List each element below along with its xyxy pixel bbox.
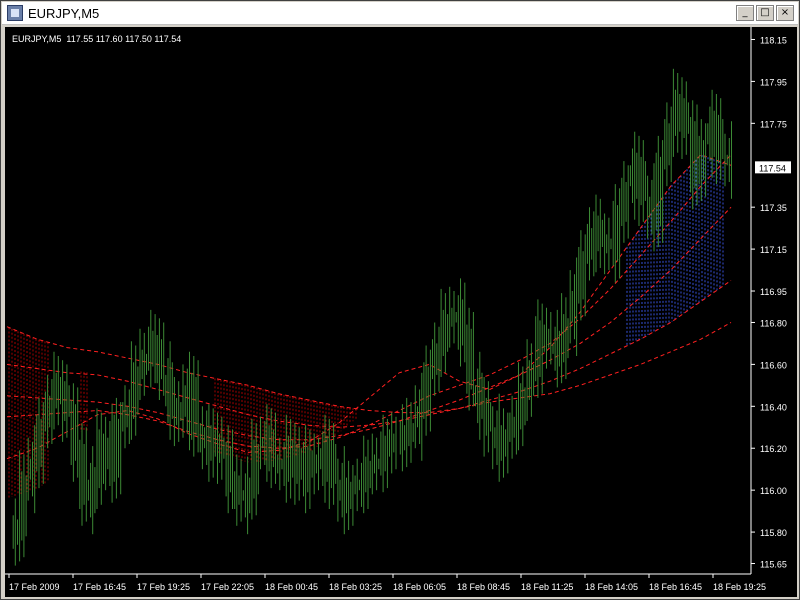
y-tick-label: 115.65 xyxy=(760,560,787,570)
x-tick-label: 17 Feb 16:45 xyxy=(73,582,126,592)
x-tick-label: 18 Feb 11:25 xyxy=(521,582,573,592)
moving-average-line xyxy=(6,206,732,441)
x-tick-label: 18 Feb 03:25 xyxy=(329,582,382,592)
y-tick-label: 117.95 xyxy=(760,77,787,87)
x-tick-label: 18 Feb 19:25 xyxy=(713,582,766,592)
current-price-label: 117.54 xyxy=(759,163,786,173)
x-tick-label: 18 Feb 16:45 xyxy=(649,582,702,592)
x-tick-label: 17 Feb 19:25 xyxy=(137,582,190,592)
price-chart[interactable]: 118.15 117.95 117.75 117.54 117.35 117.15 116.… xyxy=(5,27,797,597)
window-controls: _ □ × xyxy=(736,5,794,21)
chart-area[interactable]: 118.15 117.95 117.75 117.54 117.35 117.15 116.… xyxy=(5,27,797,597)
maximize-button[interactable]: □ xyxy=(756,5,774,21)
moving-average-line xyxy=(6,280,732,428)
x-tick-label: 18 Feb 00:45 xyxy=(265,582,318,592)
close-button[interactable]: × xyxy=(776,5,794,21)
y-tick-label: 116.00 xyxy=(760,486,787,496)
y-tick-label: 117.75 xyxy=(760,119,787,129)
y-tick-label: 116.40 xyxy=(760,402,787,412)
y-tick-label: 116.20 xyxy=(760,444,787,454)
minimize-button[interactable]: _ xyxy=(736,5,754,21)
y-tick-label: 118.15 xyxy=(760,35,787,45)
y-tick-label: 116.60 xyxy=(760,360,787,370)
y-tick-label: 116.95 xyxy=(760,287,787,297)
chart-window: EURJPY,M5 _ □ × 118.15 117.95 117.75 117.54… xyxy=(0,0,800,600)
x-tick-label: 18 Feb 08:45 xyxy=(457,582,510,592)
y-tick-label: 115.80 xyxy=(760,528,787,538)
moving-average-line xyxy=(6,322,732,414)
moving-average-line xyxy=(6,154,732,460)
window-title: EURJPY,M5 xyxy=(28,6,100,21)
y-tick-label: 116.80 xyxy=(760,318,787,328)
x-tick-label: 18 Feb 14:05 xyxy=(585,582,638,592)
chart-header: EURJPY,M5 117.55 117.60 117.50 117.54 xyxy=(12,34,182,44)
x-tick-label: 18 Feb 06:05 xyxy=(393,582,446,592)
y-tick-label: 117.35 xyxy=(760,203,787,213)
y-tick-label: 117.15 xyxy=(760,245,787,255)
x-tick-label: 17 Feb 2009 xyxy=(9,582,60,592)
chart-window-icon xyxy=(7,5,23,21)
title-bar[interactable]: EURJPY,M5 _ □ × xyxy=(2,2,798,25)
x-tick-label: 17 Feb 22:05 xyxy=(201,582,254,592)
